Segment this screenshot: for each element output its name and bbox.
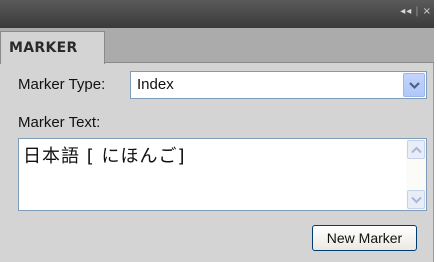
- control-separator: |: [415, 6, 420, 17]
- scroll-up-button[interactable]: [407, 140, 425, 159]
- chevron-up-icon: [411, 146, 422, 154]
- marker-text-scrollbar[interactable]: [406, 139, 426, 210]
- collapse-icon[interactable]: ◂◂: [400, 6, 412, 17]
- tab-marker[interactable]: MARKER: [0, 31, 105, 64]
- new-marker-button-label: New Marker: [326, 230, 403, 246]
- marker-type-value: Index: [137, 76, 174, 93]
- titlebar-controls: ◂◂ | ×: [400, 6, 432, 17]
- close-icon[interactable]: ×: [423, 6, 432, 17]
- marker-text-label: Marker Text:: [18, 114, 101, 131]
- tab-marker-label: MARKER: [9, 40, 78, 56]
- chevron-down-icon: [411, 196, 422, 204]
- marker-text-value: 日本語 [ にほんご]: [23, 146, 186, 167]
- marker-panel: ◂◂ | × MARKER Marker Type: Index Marker Te…: [0, 0, 434, 262]
- marker-text-field[interactable]: 日本語 [ にほんご]: [18, 138, 427, 211]
- chevron-down-icon: [409, 82, 420, 90]
- new-marker-button[interactable]: New Marker: [312, 225, 417, 251]
- marker-type-label: Marker Type:: [18, 76, 106, 93]
- marker-type-select[interactable]: Index: [130, 71, 427, 99]
- dropdown-button[interactable]: [403, 73, 425, 97]
- scroll-down-button[interactable]: [407, 190, 425, 209]
- tab-strip: MARKER: [0, 28, 434, 64]
- panel-titlebar: ◂◂ | ×: [0, 0, 434, 28]
